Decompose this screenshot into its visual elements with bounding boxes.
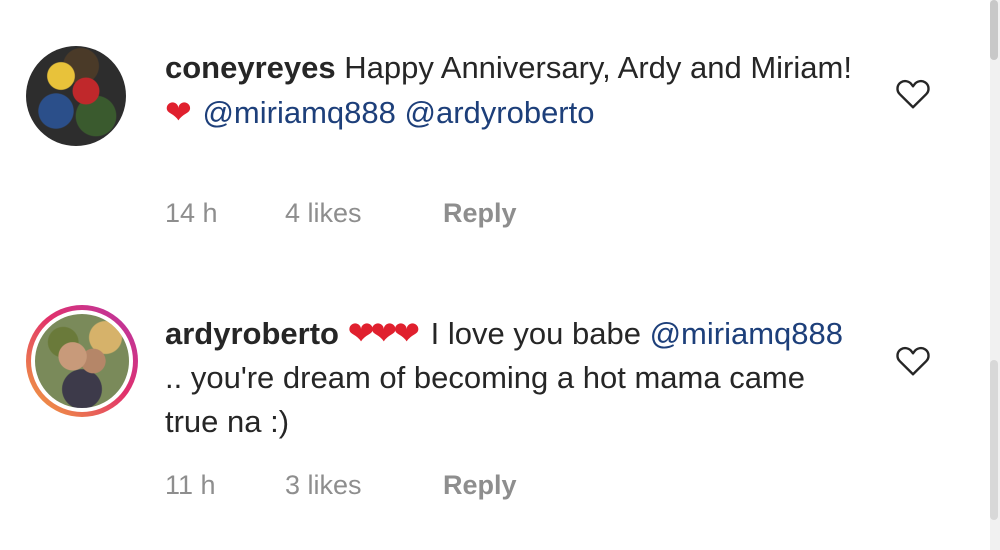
comment-text: I love you babe [430, 316, 641, 351]
comment-meta: 11 h 3 likes Reply [165, 470, 517, 501]
comments-panel: coneyreyes Happy Anniversary, Ardy and M… [0, 0, 1000, 550]
comment-body: ardyroberto ❤❤❤ I love you babe @miriamq… [165, 311, 865, 444]
reply-button[interactable]: Reply [443, 198, 517, 229]
heart-emoji: ❤❤❤ [347, 315, 420, 351]
heart-outline-icon[interactable] [895, 343, 931, 377]
reply-button[interactable]: Reply [443, 470, 517, 501]
mention-link[interactable]: @ardyroberto [404, 95, 594, 130]
comment-text: Happy Anniversary, Ardy and Miriam! [344, 50, 852, 85]
comment-timestamp: 14 h [165, 198, 218, 228]
scrollbar[interactable] [990, 0, 1000, 550]
comment-body: coneyreyes Happy Anniversary, Ardy and M… [165, 46, 865, 135]
comment-likes[interactable]: 4 likes [285, 198, 443, 229]
comment-username[interactable]: coneyreyes [165, 50, 336, 85]
heart-outline-icon[interactable] [895, 76, 931, 110]
scrollbar-thumb[interactable] [990, 0, 998, 60]
avatar-story-ring[interactable] [26, 305, 138, 417]
heart-emoji: ❤ [165, 94, 192, 130]
mention-link[interactable]: @miriamq888 [202, 95, 395, 130]
comment-meta: 14 h 4 likes Reply [165, 198, 517, 229]
comment-likes[interactable]: 3 likes [285, 470, 443, 501]
avatar-image [31, 310, 133, 412]
comment-text: .. you're dream of becoming a hot mama c… [165, 360, 805, 439]
comment-username[interactable]: ardyroberto [165, 316, 339, 351]
mention-link[interactable]: @miriamq888 [650, 316, 843, 351]
avatar-image [26, 46, 126, 146]
comment-timestamp: 11 h [165, 470, 216, 500]
scrollbar-track-segment [990, 360, 998, 520]
avatar[interactable] [26, 46, 126, 146]
